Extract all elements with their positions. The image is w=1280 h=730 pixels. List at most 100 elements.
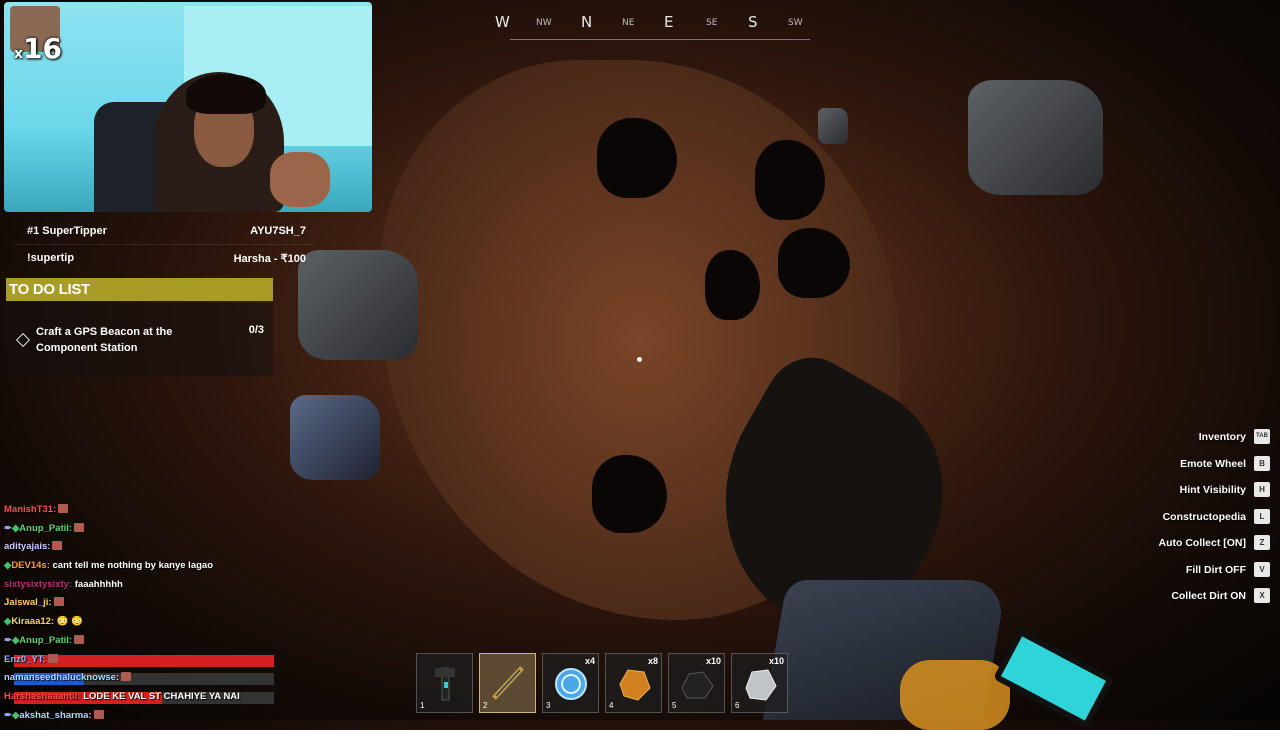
cave-hole: [597, 118, 677, 198]
hint-emote-wheel[interactable]: Emote Wheel B: [1070, 455, 1270, 482]
sub-badge-icon: [52, 541, 63, 551]
slot-number: 3: [546, 701, 551, 710]
chat-text: 😳 😳: [56, 616, 84, 628]
pickaxe-icon: [427, 664, 463, 702]
held-device-screen: [992, 628, 1115, 729]
hint-key: Z: [1254, 535, 1270, 550]
chat-message: Enz0_YT:: [4, 653, 284, 672]
blue-token-icon: [553, 664, 589, 702]
boulder: [818, 108, 848, 144]
todo-header: TO DO LIST: [6, 278, 273, 301]
pen-badge-icon: ✒: [4, 522, 12, 534]
tipper-value: AYU7SH_7: [250, 225, 306, 237]
hint-key: TAB: [1254, 429, 1270, 444]
tipper-label: !supertip: [27, 252, 75, 264]
compass-ne: NE: [622, 18, 635, 28]
hotbar-slot-1[interactable]: 1: [416, 653, 473, 713]
emote-multiplier: x16: [14, 32, 62, 65]
hint-label: Constructopedia: [1162, 510, 1246, 523]
tipper-row: #1 SuperTipper AYU7SH_7: [14, 218, 314, 244]
hint-inventory[interactable]: Inventory TAB: [1070, 428, 1270, 455]
hint-label: Emote Wheel: [1180, 457, 1246, 470]
stone-icon: [742, 664, 778, 702]
hint-auto-collect[interactable]: Auto Collect [ON] Z: [1070, 534, 1270, 561]
chat-username: sixtysixtysixty:: [4, 578, 73, 590]
stream-chat: ManishT31: ✒◆Anup_Patil: adityajais: ◆DE…: [4, 503, 284, 727]
sub-badge-icon: [53, 597, 64, 607]
todo-item[interactable]: Craft a GPS Beacon at the Component Stat…: [6, 303, 273, 376]
pen-badge-icon: ✒: [4, 634, 12, 646]
webcam-overlay: x16: [4, 2, 372, 212]
cave-hole: [778, 228, 850, 298]
chat-message: ✒◆akshat_sharma:: [4, 709, 284, 728]
chat-username: namanseedhalucknowse:: [4, 672, 120, 684]
drill-tool-icon: [490, 664, 526, 702]
compass-w: W: [495, 13, 510, 31]
slot-number: 4: [609, 701, 614, 710]
hint-key: B: [1254, 455, 1270, 471]
hint-fill-dirt[interactable]: Fill Dirt OFF V: [1070, 561, 1270, 588]
pen-badge-icon: ✒: [4, 709, 12, 721]
boulder: [298, 250, 418, 360]
sub-badge-icon: [74, 634, 85, 644]
hint-label: Auto Collect [ON]: [1158, 537, 1247, 549]
slot-number: 5: [672, 701, 677, 710]
hint-collect-dirt[interactable]: Collect Dirt ON X: [1070, 587, 1270, 614]
chat-message: namanseedhalucknowse:: [4, 671, 284, 690]
hotbar: 1 2 x4 3 x8 4 x10 5 x10 6: [416, 653, 788, 713]
sub-badge-icon: [74, 522, 85, 532]
compass-line: [510, 39, 810, 40]
streamer-hand: [270, 152, 330, 207]
chat-text: LODE KE VAL ST CHAHIYE YA NAI: [83, 690, 240, 702]
chat-message: ✒◆Anup_Patil:: [4, 522, 284, 541]
diamond-icon: [15, 332, 31, 348]
chat-message: ✒◆Anup_Patil:: [4, 634, 284, 653]
crosshair-icon: [637, 357, 642, 362]
chat-username: DEV14s:: [11, 560, 50, 572]
hotbar-slot-2[interactable]: 2: [479, 653, 536, 713]
cave-hole: [705, 250, 760, 320]
chat-message: sixtysixtysixty: faaahhhhh: [4, 578, 284, 597]
slot-number: 1: [420, 701, 425, 710]
chat-message: Harshashaaantil: LODE KE VAL ST CHAHIYE …: [4, 690, 284, 709]
compass-e: E: [664, 13, 674, 31]
tipper-label: #1 SuperTipper: [27, 225, 107, 237]
compass-bar: W NW N NE E SE S SW: [490, 8, 810, 40]
chat-message: adityajais:: [4, 540, 284, 559]
hint-label: Hint Visibility: [1179, 484, 1246, 496]
hint-hint-visibility[interactable]: Hint Visibility H: [1070, 481, 1270, 508]
chat-text: faaahhhhh: [74, 578, 123, 590]
chat-username: Anup_Patil:: [19, 634, 73, 646]
multiplier-value: 16: [23, 32, 62, 65]
tipper-value: Harsha - ₹100: [233, 252, 306, 265]
chat-username: Jaiswal_ji:: [4, 597, 52, 609]
sub-badge-icon: [121, 672, 132, 682]
hotbar-slot-6[interactable]: x10 6: [731, 653, 788, 713]
chat-username: adityajais:: [4, 541, 51, 553]
boulder: [968, 80, 1103, 195]
chat-message: Jaiswal_ji:: [4, 596, 284, 615]
hint-key: H: [1254, 482, 1270, 497]
chat-message: ManishT31:: [4, 503, 284, 522]
hotbar-slot-3[interactable]: x4 3: [542, 653, 599, 713]
chat-username: ManishT31:: [4, 504, 57, 515]
copper-ore-icon: [616, 664, 652, 702]
chat-username: Kiraaa12:: [11, 616, 55, 628]
todo-title: TO DO LIST: [9, 281, 90, 298]
hint-constructopedia[interactable]: Constructopedia L: [1070, 508, 1270, 535]
streamer-hair: [186, 74, 266, 114]
hotbar-slot-4[interactable]: x8 4: [605, 653, 662, 713]
sub-badge-icon: [93, 709, 104, 719]
sub-badge-icon: [47, 653, 58, 663]
coal-icon: [679, 664, 715, 702]
hotbar-slot-5[interactable]: x10 5: [668, 653, 725, 713]
slot-number: 6: [735, 701, 740, 710]
hint-key: X: [1254, 588, 1270, 603]
todo-progress: 0/3: [248, 324, 264, 336]
hint-key: L: [1254, 508, 1270, 524]
hint-label: Fill Dirt OFF: [1185, 563, 1246, 576]
slot-number: 2: [483, 701, 488, 710]
hint-label: Inventory: [1198, 431, 1246, 443]
chat-username: akshat_sharma:: [19, 709, 92, 721]
chat-username: Enz0_YT:: [4, 653, 46, 665]
